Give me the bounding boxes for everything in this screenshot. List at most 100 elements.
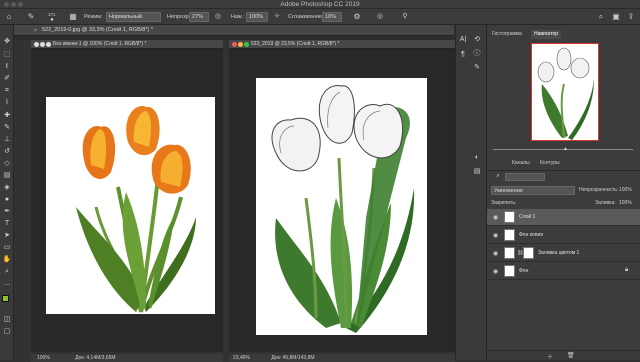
- layer-thumbnail: [504, 247, 515, 259]
- layer-row-4[interactable]: ◉ Фон 🔒︎: [487, 263, 640, 280]
- doc1-status-bar: 100% Док: 4,14М/3,65М: [31, 354, 223, 362]
- eyedropper-tool-icon[interactable]: ⌇: [2, 98, 12, 108]
- doc2-zoom-button[interactable]: [244, 42, 249, 47]
- navigator-preview[interactable]: [531, 43, 599, 141]
- doc1-minimize-button[interactable]: [40, 42, 45, 47]
- layer-name[interactable]: Слой 1: [519, 214, 535, 221]
- doc2-close-button[interactable]: [232, 42, 237, 47]
- layer-thumbnail: [504, 211, 515, 223]
- options-bar: ⌂ ✎ 171 ● ▦ Режим: Нормальный Непрозр.: …: [0, 9, 640, 25]
- close-window-button[interactable]: [4, 2, 9, 7]
- search-icon[interactable]: ⌕: [596, 12, 606, 22]
- minimize-window-button[interactable]: [11, 2, 16, 7]
- symmetry-icon[interactable]: ⚲: [400, 12, 410, 22]
- history-brush-icon[interactable]: ↺: [2, 147, 12, 157]
- shape-tool-icon[interactable]: ▭: [2, 243, 12, 253]
- doc1-zoom-level[interactable]: 100%: [37, 355, 50, 361]
- visibility-eye-icon[interactable]: ◉: [493, 250, 498, 257]
- more-tools-icon[interactable]: …: [2, 279, 12, 289]
- lasso-tool-icon[interactable]: ℓ: [2, 62, 12, 72]
- layer-mask-thumbnail[interactable]: [523, 247, 534, 259]
- move-tool-icon[interactable]: ✥: [2, 37, 12, 47]
- doc1-zoom-button[interactable]: [46, 42, 51, 47]
- brush-preset-icon[interactable]: ●: [48, 15, 56, 25]
- visibility-eye-icon[interactable]: ◉: [493, 232, 498, 239]
- zoom-tool-icon[interactable]: ⌕: [2, 267, 12, 277]
- visibility-eye-icon[interactable]: ◉: [493, 268, 498, 275]
- doc2-zoom-level[interactable]: 23,46%: [233, 355, 250, 361]
- document-2-tab[interactable]: 523_2019 @ 23,5% (Слой 1, RGB/8*) *: [229, 40, 455, 49]
- doc2-size: Док: 45,8М/143,8М: [271, 355, 315, 361]
- zoom-window-button[interactable]: [18, 2, 23, 7]
- close-tab-icon[interactable]: ×: [34, 28, 37, 34]
- layer-opacity-value[interactable]: 100%: [619, 186, 632, 195]
- layer-row-1[interactable]: ◉ Слой 1: [487, 209, 640, 226]
- canvas-1[interactable]: [46, 97, 215, 314]
- tab-histogram[interactable]: Гистограмма: [489, 30, 525, 39]
- pen-tool-icon[interactable]: ✒: [2, 207, 12, 217]
- foreground-color[interactable]: [2, 295, 9, 302]
- hand-tool-icon[interactable]: ✋: [2, 255, 12, 265]
- brush-settings-icon[interactable]: ▦: [68, 12, 78, 22]
- mode-select[interactable]: Нормальный: [106, 12, 161, 22]
- fill-label: Заливка:: [595, 200, 616, 206]
- pressure-field[interactable]: 100%: [246, 12, 268, 22]
- stamp-tool-icon[interactable]: ⊥: [2, 135, 12, 145]
- dodge-tool-icon[interactable]: ●: [2, 195, 12, 205]
- layer-name[interactable]: Фон: [519, 268, 528, 275]
- eraser-tool-icon[interactable]: ◇: [2, 159, 12, 169]
- share-icon[interactable]: ⇪: [626, 12, 636, 22]
- workspace-icon[interactable]: ▣: [611, 12, 621, 22]
- layers-footer: ＋ 🗑︎: [487, 350, 640, 361]
- tab-paths[interactable]: Контуры: [537, 159, 563, 168]
- blur-tool-icon[interactable]: ◈: [2, 183, 12, 193]
- right-panels: Гистограмма Навигатор ▲ Каналы Контуры ⌕…: [486, 25, 640, 361]
- document-tab[interactable]: 522_2019-0.jpg @ 33,3% (Слой 1, RGB/8*) …: [14, 25, 454, 36]
- canvas-2[interactable]: [256, 78, 427, 335]
- gear-icon[interactable]: ⚙: [352, 12, 362, 22]
- marquee-tool-icon[interactable]: ⬚: [2, 50, 12, 60]
- document-1-tab[interactable]: Без имени-1 @ 100% (Слой 1, RGB/8*) *: [31, 40, 223, 49]
- delete-layer-icon[interactable]: 🗑︎: [567, 352, 575, 359]
- screen-mode-icon[interactable]: ▢: [2, 327, 12, 337]
- brush-tool-icon[interactable]: ✎: [2, 123, 12, 133]
- healing-tool-icon[interactable]: ✚: [2, 111, 12, 121]
- properties-panel-icon[interactable]: ▤: [472, 167, 482, 177]
- pressure-size-icon[interactable]: ◎: [375, 12, 385, 22]
- layer-kind-filter[interactable]: [505, 173, 545, 181]
- character-panel-icon[interactable]: A|: [458, 35, 468, 45]
- path-select-tool-icon[interactable]: ➤: [2, 231, 12, 241]
- info-panel-icon[interactable]: ⓘ: [472, 49, 482, 59]
- document-tab-strip: 522_2019-0.jpg @ 33,3% (Слой 1, RGB/8*) …: [14, 25, 454, 40]
- layer-name[interactable]: Фон копия: [519, 232, 543, 239]
- doc2-minimize-button[interactable]: [238, 42, 243, 47]
- title-bar: Adobe Photoshop CC 2019: [0, 0, 640, 9]
- doc1-close-button[interactable]: [34, 42, 39, 47]
- quick-select-tool-icon[interactable]: ✐: [2, 74, 12, 84]
- gradient-tool-icon[interactable]: ▤: [2, 171, 12, 181]
- airbrush-icon[interactable]: ✧: [272, 12, 282, 22]
- adjustments-panel-icon[interactable]: ◐: [472, 153, 482, 163]
- layer-row-3[interactable]: ◉ ⛓ Заливка цветом 1: [487, 245, 640, 262]
- brush-tool-icon[interactable]: ✎: [26, 12, 36, 22]
- opacity-field[interactable]: 27%: [189, 12, 209, 22]
- pressure-opacity-icon[interactable]: ◎: [213, 12, 223, 22]
- blend-mode-select[interactable]: Умножение: [491, 186, 575, 195]
- tab-navigator[interactable]: Навигатор: [531, 30, 562, 39]
- tab-channels[interactable]: Каналы: [509, 159, 533, 168]
- lock-icon[interactable]: 🔒︎: [625, 267, 628, 274]
- smoothing-field[interactable]: 10%: [322, 12, 342, 22]
- crop-tool-icon[interactable]: ⌗: [2, 86, 12, 96]
- quick-mask-icon[interactable]: ◫: [2, 315, 12, 325]
- navigator-zoom-slider[interactable]: ▲: [493, 146, 633, 153]
- visibility-eye-icon[interactable]: ◉: [493, 214, 498, 221]
- layer-row-2[interactable]: ◉ Фон копия: [487, 227, 640, 244]
- type-tool-icon[interactable]: T: [2, 219, 12, 229]
- layers-filter-icon[interactable]: ⌕: [493, 171, 503, 181]
- home-icon[interactable]: ⌂: [4, 12, 14, 22]
- history-panel-icon[interactable]: ⟲: [472, 35, 482, 45]
- paragraph-panel-icon[interactable]: ¶: [458, 50, 468, 60]
- layer-name[interactable]: Заливка цветом 1: [538, 250, 579, 257]
- brush-panel-icon[interactable]: ✎: [472, 63, 482, 73]
- fill-value[interactable]: 100%: [619, 199, 632, 208]
